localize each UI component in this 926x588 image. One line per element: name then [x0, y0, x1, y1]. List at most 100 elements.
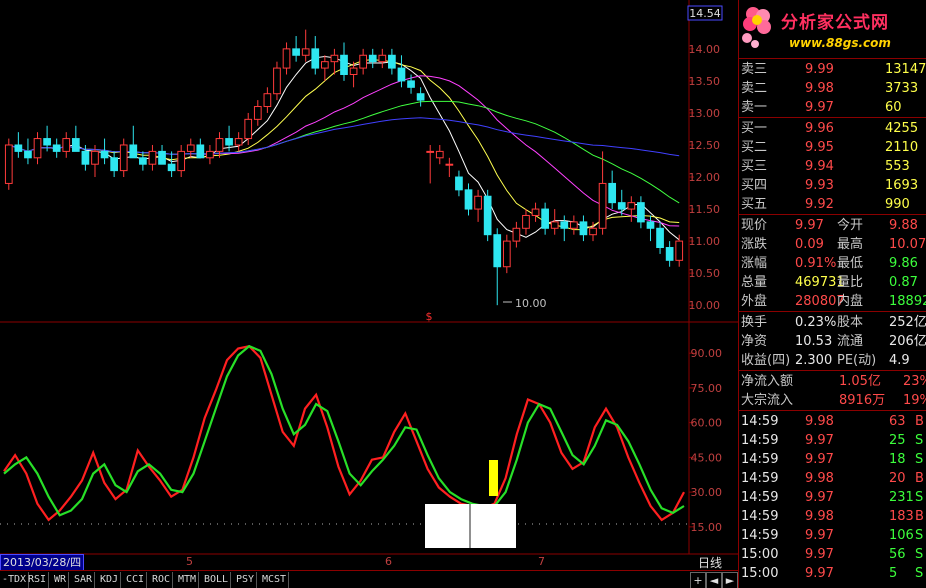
- tick-side: S: [915, 433, 924, 448]
- candle-up: [62, 138, 71, 152]
- low-marker-label: 10.00: [515, 297, 547, 310]
- tick-row[interactable]: 14:59 9.98 20 B: [739, 469, 926, 488]
- quote-row[interactable]: 现价 9.97 今开 9.88: [739, 216, 926, 235]
- stat-label: 换手: [741, 315, 768, 330]
- candle-up: [502, 240, 511, 268]
- period-label[interactable]: 日线: [698, 554, 722, 571]
- stat-row[interactable]: 净资 10.53 流通 206亿: [739, 332, 926, 351]
- buy-level-row[interactable]: 买五 9.92 990: [739, 195, 926, 214]
- quote-label: 内盘: [837, 294, 864, 309]
- order-level-label: 买一: [741, 121, 768, 136]
- buy-level-row[interactable]: 买一 9.96 4255: [739, 119, 926, 138]
- candle-down: [24, 150, 32, 159]
- tick-time: 15:00: [741, 566, 779, 581]
- tab-next-button[interactable]: ►: [722, 572, 738, 588]
- tab-sar[interactable]: SAR: [72, 572, 96, 588]
- tick-row[interactable]: 14:59 9.97 106 S: [739, 526, 926, 545]
- panel-separator: [739, 214, 926, 215]
- order-volume: 3733: [885, 81, 919, 96]
- candle-down: [646, 221, 655, 229]
- tab-mcst[interactable]: MCST: [260, 572, 290, 588]
- tab-rsi[interactable]: RSI: [26, 572, 50, 588]
- price-tick-label: 14.00: [689, 43, 721, 56]
- tick-time: 14:59: [741, 433, 779, 448]
- tick-row[interactable]: 15:00 9.97 5 S: [739, 564, 926, 583]
- tab-tdx[interactable]: -TDX: [0, 572, 30, 588]
- candle-up: [186, 144, 195, 152]
- tab-cci[interactable]: CCI: [124, 572, 148, 588]
- tick-row[interactable]: 15:00 9.97 56 S: [739, 545, 926, 564]
- signal-bar: [489, 460, 498, 496]
- buy-level-row[interactable]: 买三 9.94 553: [739, 157, 926, 176]
- quote-label: 涨幅: [741, 256, 768, 271]
- stock-chart-window: 14.00 13.50 13.00 12.50 12.00 11.50 11.00 10.50…: [0, 0, 926, 588]
- chart-area[interactable]: 14.00 13.50 13.00 12.50 12.00 11.50 11.00 10.50…: [0, 0, 738, 570]
- tab-kdj[interactable]: KDJ: [98, 572, 122, 588]
- order-volume: 1693: [885, 178, 919, 193]
- candle-up: [244, 118, 253, 140]
- candle-up: [119, 144, 128, 172]
- candle-down: [225, 138, 233, 146]
- day-label: 6: [385, 555, 392, 568]
- tab-psy[interactable]: PSY: [234, 572, 258, 588]
- date-bar: 2013/03/28/四 5 6 7: [0, 554, 738, 571]
- indicator-tick-label: 75.00: [691, 382, 723, 395]
- candle-down: [52, 144, 61, 152]
- tab-wr[interactable]: WR: [52, 572, 70, 588]
- stat-label: 净资: [741, 334, 768, 349]
- sell-level-row[interactable]: 卖二 9.98 3733: [739, 79, 926, 98]
- tab-prev-button[interactable]: ◄: [706, 572, 722, 588]
- moving-average-lines: [8, 55, 680, 241]
- price-tick-label: 12.50: [689, 139, 721, 152]
- quote-value: 9.97: [795, 218, 824, 233]
- candle-up: [474, 195, 482, 210]
- order-price: 9.98: [805, 81, 834, 96]
- flow-row[interactable]: 净流入额 1.05亿 23%: [739, 372, 926, 391]
- tick-row[interactable]: 14:59 9.97 18 S: [739, 450, 926, 469]
- sell-level-row[interactable]: 卖一 9.97 60: [739, 98, 926, 117]
- candle-down: [292, 48, 300, 56]
- tick-row[interactable]: 14:59 9.98 63 B: [739, 412, 926, 431]
- stat-row[interactable]: 收益(四) 2.300 PE(动) 4.9: [739, 351, 926, 370]
- candle-down: [483, 195, 492, 236]
- tick-row[interactable]: 14:59 9.98 183 B: [739, 507, 926, 526]
- candle-down: [129, 144, 138, 159]
- tick-row[interactable]: 14:59 9.97 25 S: [739, 431, 926, 450]
- quote-row[interactable]: 涨幅 0.91% 最低 9.86: [739, 254, 926, 273]
- stat-value: 2.300: [795, 353, 833, 368]
- flow-row[interactable]: 大宗流入 8916万 19%: [739, 391, 926, 410]
- tick-time: 14:59: [741, 509, 779, 524]
- order-level-label: 买五: [741, 197, 768, 212]
- price-tick-label: 11.50: [689, 203, 721, 216]
- tick-price: 9.97: [805, 528, 834, 543]
- flow-value: 8916万: [839, 393, 886, 408]
- tab-add-button[interactable]: +: [690, 572, 706, 588]
- day-label: 5: [186, 555, 193, 568]
- candle-up: [33, 138, 42, 159]
- ma5-line: [8, 55, 680, 241]
- indicator-line-fast: [3, 344, 685, 522]
- quote-row[interactable]: 总量 469731 量比 0.87: [739, 273, 926, 292]
- sell-level-row[interactable]: 卖三 9.99 13147: [739, 60, 926, 79]
- candle-down: [464, 189, 473, 210]
- price-tick-label: 12.00: [689, 171, 721, 184]
- price-tick-label: 13.00: [689, 107, 721, 120]
- stat-row[interactable]: 换手 0.23% 股本 252亿: [739, 313, 926, 332]
- quote-row[interactable]: 涨跌 0.09 最高 10.07: [739, 235, 926, 254]
- tab-roc[interactable]: ROC: [150, 572, 174, 588]
- tick-row[interactable]: 14:59 9.97 231 S: [739, 488, 926, 507]
- candle-up: [627, 202, 636, 210]
- order-volume: 60: [885, 100, 902, 115]
- buy-level-row[interactable]: 买四 9.93 1693: [739, 176, 926, 195]
- flow-pct: 23%: [903, 374, 926, 389]
- candle-down: [397, 67, 406, 82]
- buy-level-row[interactable]: 买二 9.95 2110: [739, 138, 926, 157]
- tab-mtm[interactable]: MTM: [176, 572, 200, 588]
- tab-boll[interactable]: BOLL: [202, 572, 232, 588]
- candle-up: [378, 54, 387, 63]
- candle-down: [455, 176, 463, 191]
- candle-up: [4, 144, 13, 184]
- tick-side: S: [915, 547, 924, 562]
- quote-row[interactable]: 外盘280807内盘188924: [739, 292, 926, 311]
- tick-side: B: [915, 471, 924, 486]
